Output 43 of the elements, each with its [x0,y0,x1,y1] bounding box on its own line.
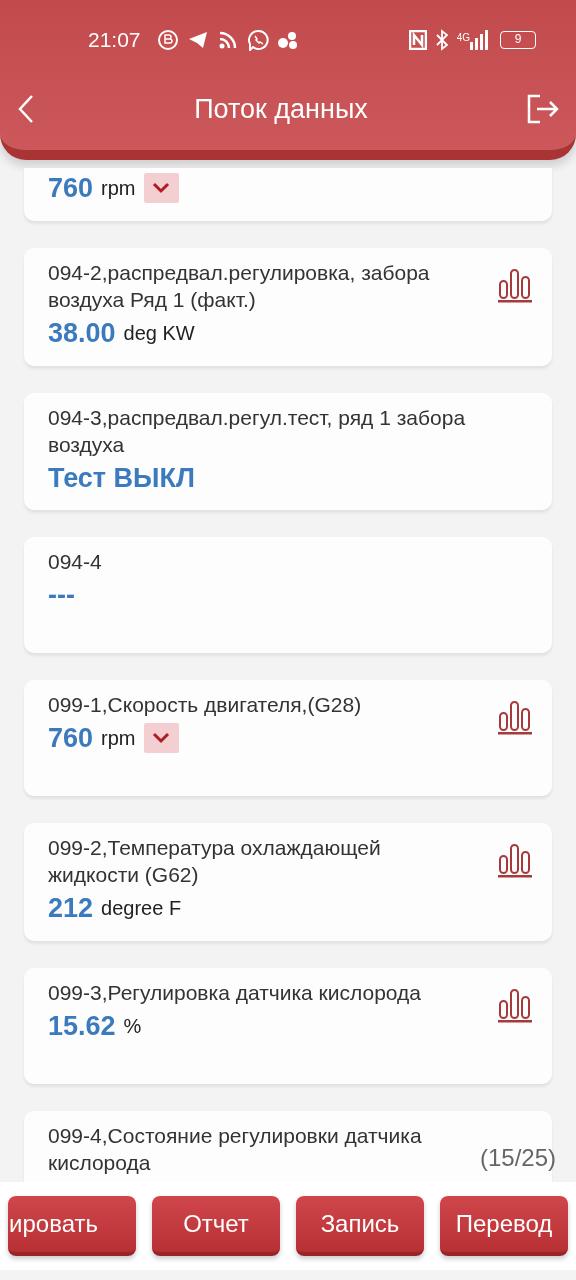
bluetooth-icon [434,29,449,51]
exit-icon[interactable] [526,94,560,124]
parameter-value: 760 [48,722,94,755]
dropdown-button[interactable] [143,173,179,204]
parameter-value: Тест ВЫКЛ [48,461,195,495]
parameter-value: --- [48,579,75,612]
parameter-name: 099-2,Температура охлаждающей жидкости (G62) [48,835,382,888]
dropdown-button[interactable] [143,723,179,754]
parameter-value: 760 [48,172,94,205]
network-label: 4G [456,31,470,45]
chart-icon[interactable] [498,986,532,1023]
parameter-name: 094-3,распредвал.регул.тест, ряд 1 забора воздуха [48,404,467,458]
dots-icon [276,29,299,51]
battery-indicator: 9 [500,31,536,49]
parameter-name: 099-1,Скорость двигателя,(G28) [48,692,363,718]
chevron-icon [152,732,170,745]
unit-label: degree F [101,896,182,922]
parameter-name: 094-2,распредвал.регулировка, забора воздуха Ряд 1 (факт.) [48,260,431,313]
parameter-value: 15.62 [48,1009,116,1043]
action-button[interactable]: ировать [8,1196,136,1256]
unit-label: rpm [101,726,136,752]
page-counter: (15/25) [479,1143,556,1173]
unit-label: rpm [101,176,136,202]
action-button[interactable]: Перевод [440,1196,568,1256]
phone-bubble-icon [246,29,269,51]
chart-icon[interactable] [498,699,532,735]
parameter-value: 38.00 [48,317,116,350]
signal-icon [470,30,488,50]
parameter-name: 099-3,Регулировка датчика кислорода [48,979,422,1006]
screen-title: Поток данных [194,92,368,126]
back-icon[interactable] [16,94,36,124]
action-button[interactable]: Отчет [152,1196,280,1256]
parameter-name: 099-4,Состояние регулировки датчика кислорода [48,1122,423,1176]
chart-icon[interactable] [498,267,532,303]
parameter-value: 212 [48,892,94,925]
unit-label: % [123,1013,142,1039]
status-time: 21:07 [88,27,141,54]
parameter-name: 094-4 [48,549,103,575]
action-button[interactable]: Запись [296,1196,424,1256]
nfc-icon [408,30,427,50]
chart-icon[interactable] [498,842,532,878]
unit-label: deg KW [123,321,195,347]
chevron-icon [152,182,170,195]
